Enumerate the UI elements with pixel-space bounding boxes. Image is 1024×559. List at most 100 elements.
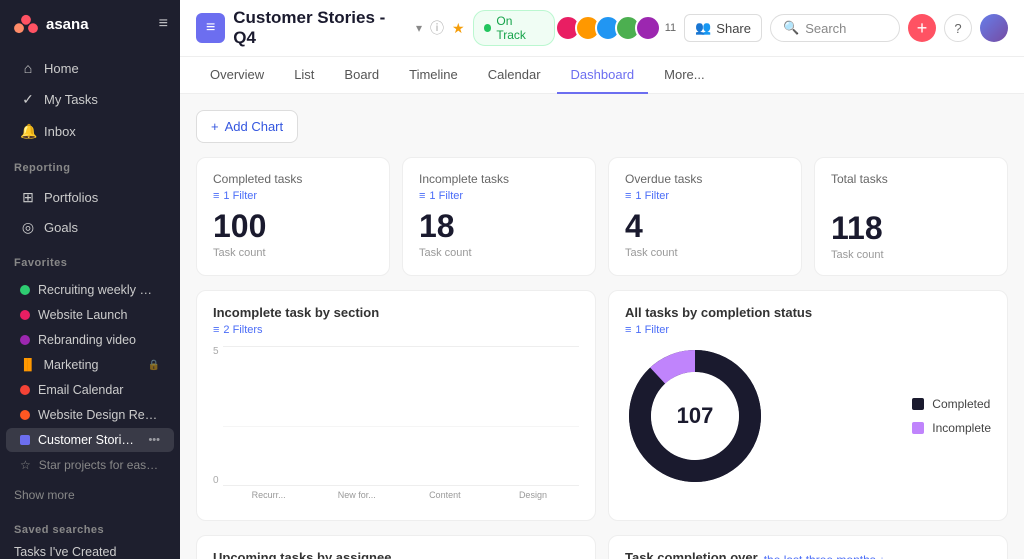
tab-calendar[interactable]: Calendar — [474, 57, 555, 94]
sidebar-item-goals[interactable]: ◎ Goals — [6, 213, 174, 242]
donut-chart-card: All tasks by completion status ≡ 1 Filte… — [608, 290, 1008, 521]
tab-timeline[interactable]: Timeline — [395, 57, 472, 94]
tab-dashboard[interactable]: Dashboard — [557, 57, 649, 94]
overdue-label: Task count — [625, 247, 785, 259]
completed-filter[interactable]: ≡ 1 Filter — [213, 190, 373, 202]
completed-title: Completed tasks — [213, 172, 373, 186]
incomplete-legend-dot — [912, 422, 924, 434]
more-options-icon[interactable]: ••• — [148, 434, 160, 446]
bottom-card-assignee: Upcoming tasks by assignee ≡ 2 Filters — [196, 535, 596, 559]
bar-chart-filter[interactable]: ≡ 2 Filters — [213, 324, 579, 336]
status-badge[interactable]: On Track — [473, 10, 555, 46]
bar-labels-row: Recurr... New for... Content Design — [223, 486, 579, 506]
favorites-item-website-design[interactable]: Website Design Requ... — [6, 403, 174, 427]
lock-icon: 🔒 — [148, 360, 160, 371]
incomplete-filter[interactable]: ≡ 1 Filter — [419, 190, 579, 202]
sidebar-toggle-icon[interactable]: ≡ — [159, 15, 168, 33]
check-icon: ✓ — [20, 91, 36, 108]
bottom-right-header: Task completion over the last three mont… — [625, 550, 991, 559]
customer-stories-square — [20, 435, 30, 445]
bars-container — [223, 346, 579, 486]
status-text: On Track — [496, 14, 543, 42]
sidebar-item-goals-label: Goals — [44, 220, 78, 235]
filter-icon-2: ≡ — [419, 190, 425, 202]
favorites-item-marketing[interactable]: ▐▌ Marketing 🔒 — [6, 353, 174, 377]
time-selector[interactable]: the last three months ↓ — [764, 553, 885, 559]
bottom-right-title: Task completion over — [625, 550, 758, 559]
project-icon-button[interactable]: ≡ — [196, 13, 225, 43]
legend-completed: Completed — [912, 397, 991, 411]
share-icon: 👥 — [695, 20, 711, 36]
sidebar-item-portfolios[interactable]: ⊞ Portfolios — [6, 183, 174, 212]
favorites-item-email-calendar-label: Email Calendar — [38, 383, 160, 397]
sidebar-item-home-label: Home — [44, 61, 79, 76]
add-chart-button[interactable]: + Add Chart — [196, 110, 298, 143]
tabs-bar: Overview List Board Timeline Calendar Da… — [180, 57, 1024, 94]
total-filter-spacer — [831, 190, 991, 210]
donut-svg-wrapper: 107 — [625, 346, 765, 486]
stat-card-total: Total tasks 118 Task count — [814, 157, 1008, 276]
favorites-item-rebranding[interactable]: Rebranding video — [6, 328, 174, 352]
tab-list[interactable]: List — [280, 57, 328, 94]
filter-lines-icon-2: ≡ — [625, 324, 631, 336]
donut-legend: Completed Incomplete — [912, 397, 991, 435]
dashboard-content: + Add Chart Completed tasks ≡ 1 Filter 1… — [180, 94, 1024, 559]
bottom-card-completion: Task completion over the last three mont… — [608, 535, 1008, 559]
rebranding-dot — [20, 335, 30, 345]
y-axis-label: 5 — [213, 346, 219, 357]
favorites-item-star-projects[interactable]: ☆ Star projects for easy access — [6, 453, 174, 477]
favorites-item-marketing-label: Marketing — [44, 358, 140, 372]
favorites-item-email-calendar[interactable]: Email Calendar — [6, 378, 174, 402]
overdue-value: 4 — [625, 208, 785, 245]
favorites-item-rebranding-label: Rebranding video — [38, 333, 160, 347]
user-avatar[interactable] — [980, 14, 1008, 42]
filter-icon: ≡ — [213, 190, 219, 202]
favorites-item-star-label: Star projects for easy access — [39, 458, 160, 472]
reporting-section-label: Reporting — [0, 152, 180, 178]
share-button[interactable]: 👥 Share — [684, 14, 762, 42]
status-dot — [484, 24, 492, 32]
sidebar-item-home[interactable]: ⌂ Home — [6, 53, 174, 83]
tab-more[interactable]: More... — [650, 57, 718, 94]
bell-icon: 🔔 — [20, 123, 36, 140]
tab-overview[interactable]: Overview — [196, 57, 278, 94]
sidebar-item-portfolios-label: Portfolios — [44, 190, 98, 205]
website-launch-dot — [20, 310, 30, 320]
bar-label-1: New for... — [319, 490, 395, 506]
star-favorite-icon[interactable]: ★ — [452, 20, 465, 37]
add-button[interactable]: + — [908, 14, 936, 42]
bottom-row: Upcoming tasks by assignee ≡ 2 Filters T… — [196, 535, 1008, 559]
favorites-item-recruiting[interactable]: Recruiting weekly me... — [6, 278, 174, 302]
completed-legend-dot — [912, 398, 924, 410]
incomplete-legend-label: Incomplete — [932, 421, 991, 435]
show-more-button[interactable]: Show more — [0, 482, 180, 508]
overdue-filter[interactable]: ≡ 1 Filter — [625, 190, 785, 202]
help-button[interactable]: ? — [944, 14, 972, 42]
total-label: Task count — [831, 249, 991, 261]
bar-label-2: Content — [407, 490, 483, 506]
tab-board[interactable]: Board — [330, 57, 393, 94]
sidebar-item-my-tasks[interactable]: ✓ My Tasks — [6, 84, 174, 115]
donut-center-value: 107 — [677, 403, 714, 429]
title-caret-icon[interactable]: ▾ — [416, 21, 422, 35]
favorites-item-customer-stories[interactable]: Customer Stories - Q4 ••• — [6, 428, 174, 452]
search-box[interactable]: 🔍 Search — [770, 14, 900, 42]
sidebar-item-inbox[interactable]: 🔔 Inbox — [6, 116, 174, 147]
completed-label: Task count — [213, 247, 373, 259]
favorites-item-recruiting-label: Recruiting weekly me... — [38, 283, 160, 297]
favorites-item-website-design-label: Website Design Requ... — [38, 408, 160, 422]
asana-logo[interactable]: asana — [12, 10, 89, 38]
project-title-area: ≡ Customer Stories - Q4 ▾ ⓘ ★ On Track — [196, 8, 555, 48]
incomplete-title: Incomplete tasks — [419, 172, 579, 186]
incomplete-value: 18 — [419, 208, 579, 245]
favorites-item-website-launch-label: Website Launch — [38, 308, 160, 322]
donut-chart-filter[interactable]: ≡ 1 Filter — [625, 324, 991, 336]
info-icon[interactable]: ⓘ — [430, 18, 444, 38]
favorites-item-website-launch[interactable]: Website Launch — [6, 303, 174, 327]
project-title: Customer Stories - Q4 — [233, 8, 408, 48]
star-icon: ☆ — [20, 458, 31, 472]
add-chart-label: Add Chart — [225, 119, 284, 134]
sidebar-item-inbox-label: Inbox — [44, 124, 76, 139]
saved-tasks-created[interactable]: Tasks I've Created — [0, 540, 180, 559]
incomplete-label: Task count — [419, 247, 579, 259]
